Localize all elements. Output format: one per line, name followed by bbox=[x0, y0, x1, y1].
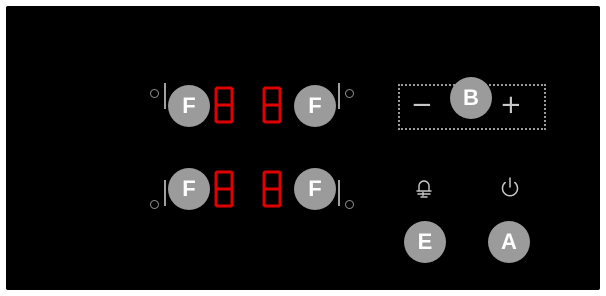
a-label-badge: A bbox=[488, 221, 530, 263]
zone-indicator-dot-bottom-left bbox=[150, 200, 159, 209]
f-label-badge-top-right: F bbox=[294, 85, 336, 127]
seven-segment-digit-top-left bbox=[214, 86, 234, 124]
f-label-badge-bottom-right: F bbox=[294, 168, 336, 210]
zone-indicator-dot-bottom-right bbox=[345, 200, 354, 209]
e-label-badge: E bbox=[404, 221, 446, 263]
cooktop-control-panel: F F F F − + B E A bbox=[6, 6, 600, 290]
b-label-badge: B bbox=[450, 77, 492, 119]
bell-icon[interactable] bbox=[416, 178, 432, 200]
power-icon[interactable] bbox=[499, 176, 521, 198]
seven-segment-digit-top-right bbox=[262, 86, 282, 124]
seven-segment-digit-bottom-right bbox=[262, 170, 282, 208]
zone-indicator-dot-top-left bbox=[150, 89, 159, 98]
seven-segment-digit-bottom-left bbox=[214, 170, 234, 208]
f-label-badge-top-left: F bbox=[168, 85, 210, 127]
zone-indicator-dot-top-right bbox=[345, 89, 354, 98]
f-label-badge-bottom-left: F bbox=[168, 168, 210, 210]
plus-button[interactable]: + bbox=[500, 92, 522, 118]
minus-button[interactable]: − bbox=[411, 92, 433, 118]
